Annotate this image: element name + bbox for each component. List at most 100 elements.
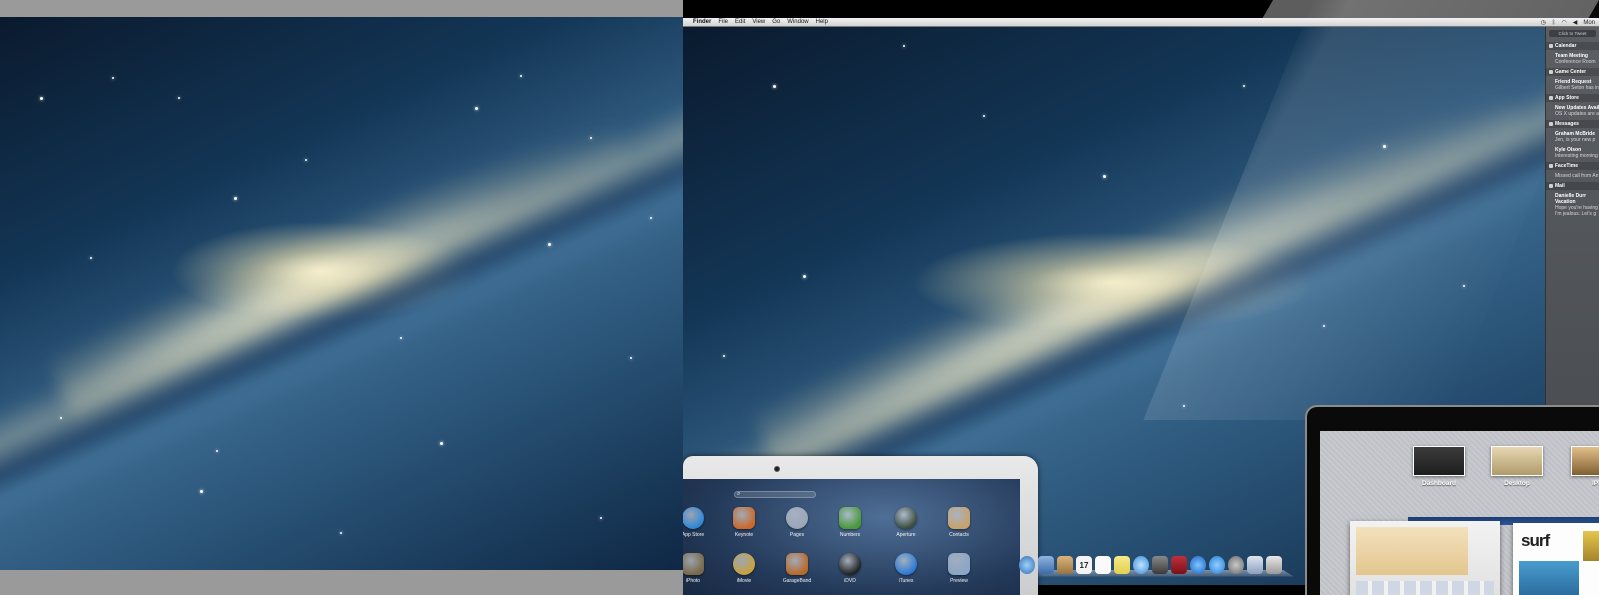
calendar-icon [1549,44,1553,48]
notes-icon[interactable] [1114,556,1130,574]
bezel-reflection [1262,0,1599,18]
nc-section-calendar: Calendar [1546,42,1599,50]
launchpad-app[interactable]: Pages [777,507,817,538]
app-label: Keynote [734,532,754,538]
preview-icon[interactable] [1247,556,1263,574]
macbook-pro: Dashboard Desktop iPh surf [1305,405,1599,595]
nc-notification[interactable]: Friend Request Gilbert Seton has in [1546,78,1599,94]
app-icon [839,553,861,575]
app-label: Aperture [896,532,916,538]
menu-file[interactable]: File [718,19,728,25]
launchpad-app[interactable]: iTunes [886,553,926,584]
nc-section-facetime: FaceTime [1546,162,1599,170]
reminders-icon[interactable] [1095,556,1111,574]
nc-notification[interactable]: New Updates Avail OS X updates are av [1546,104,1599,120]
app-store-icon[interactable] [1209,556,1225,574]
menu-user-name[interactable]: Mon [1583,20,1595,26]
iphoto-thumbnail [1571,446,1599,476]
launchpad-search-input[interactable]: ⌕ [734,491,816,498]
launchpad-app[interactable]: iMovie [724,553,764,584]
nc-notification[interactable]: Danielle Durr Vacation Hope you're havin… [1546,192,1599,220]
app-label: GarageBand [782,578,812,584]
notification-center: Click to Tweet Calendar Team Meeting Conf… [1545,27,1599,417]
app-label: Numbers [839,532,861,538]
app-label: iPhoto [685,578,701,584]
space-label: iPh [1591,480,1599,487]
launchpad-app[interactable]: Contacts [939,507,979,538]
safari-icon[interactable] [1019,556,1035,574]
launchpad-app-grid: App Store Keynote Pages Numbers Aperture Cont… [683,507,1020,595]
nc-notification[interactable]: Missed call from An [1546,172,1599,182]
surf-heading: surf [1521,531,1550,550]
menu-view[interactable]: View [752,19,765,25]
nc-section-game-center: Game Center [1546,68,1599,76]
menu-go[interactable]: Go [772,19,780,25]
launchpad-app[interactable]: App Store [683,507,713,538]
time-machine-icon[interactable]: ◷ [1541,19,1546,26]
nc-notification[interactable]: Team Meeting Conference Room [1546,52,1599,68]
app-icon [895,507,917,529]
system-preferences-icon[interactable] [1228,556,1244,574]
calendar-icon[interactable]: 17 [1076,556,1092,574]
app-icon [733,553,755,575]
dashboard-thumbnail [1413,446,1465,476]
app-icon [683,553,704,575]
app-icon [733,507,755,529]
app-icon [683,507,704,529]
menu-help[interactable]: Help [816,19,828,25]
trash-icon[interactable] [1266,556,1282,574]
app-label: Pages [789,532,805,538]
launchpad-screen: ⌕ App Store Keynote Pages Numbers Aperture Co… [683,479,1020,595]
nc-section-messages: Messages [1546,120,1599,128]
dock: 17 [1010,551,1294,577]
bluetooth-icon[interactable]: ᛒ [1552,20,1556,26]
menu-edit[interactable]: Edit [735,19,745,25]
app-icon [786,553,808,575]
app-label: iMovie [736,578,752,584]
app-icon [786,507,808,529]
photo-booth-icon[interactable] [1171,556,1187,574]
click-to-tweet-button[interactable]: Click to Tweet [1549,30,1596,37]
facetime-icon[interactable] [1152,556,1168,574]
mail-icon[interactable] [1038,556,1054,574]
wifi-icon[interactable]: ◠ [1561,19,1566,26]
launchpad-app[interactable]: Aperture [886,507,926,538]
space-dashboard[interactable]: Dashboard [1413,446,1465,487]
space-label: Desktop [1504,480,1530,487]
app-label: iDVD [844,578,856,584]
launchpad-app[interactable]: Keynote [724,507,764,538]
facetime-icon [1549,164,1553,168]
contacts-icon[interactable] [1057,556,1073,574]
space-iphoto[interactable]: iPh [1571,446,1599,487]
app-icon [948,507,970,529]
mail-icon [1549,184,1553,188]
space-label: Dashboard [1422,480,1456,487]
launchpad-app[interactable]: GarageBand [777,553,817,584]
launchpad-app[interactable]: iPhoto [683,553,713,584]
volume-icon[interactable]: ◀ [1573,19,1578,26]
space-desktop[interactable]: Desktop [1491,446,1543,487]
app-icon [839,507,861,529]
desktop-thumbnail [1491,446,1543,476]
launchpad-app[interactable]: Numbers [830,507,870,538]
app-store-window[interactable] [1350,521,1500,595]
app-label: App Store [683,532,705,538]
itunes-icon[interactable] [1190,556,1206,574]
app-icon [895,553,917,575]
app-label: Contacts [949,532,969,538]
mission-control-screen: Dashboard Desktop iPh surf [1320,431,1599,595]
nc-notification[interactable]: Graham McBride Jen, is your new p [1546,130,1599,146]
wallpaper-panel-left [0,0,683,595]
app-label: iTunes [898,578,914,584]
safari-window[interactable]: surf [1513,523,1599,595]
menu-window[interactable]: Window [787,19,808,25]
app-label: Preview [950,578,968,584]
nc-notification[interactable]: Kyle Olson Interesting morning [1546,146,1599,162]
nc-section-mail: Mail [1546,182,1599,190]
messages-icon[interactable] [1133,556,1149,574]
menu-finder[interactable]: Finder [693,19,711,25]
app-icon [948,553,970,575]
composite-screenshot: Finder File Edit View Go Window Help ◷ ᛒ… [0,0,1599,595]
launchpad-app[interactable]: Preview [939,553,979,584]
launchpad-app[interactable]: iDVD [830,553,870,584]
